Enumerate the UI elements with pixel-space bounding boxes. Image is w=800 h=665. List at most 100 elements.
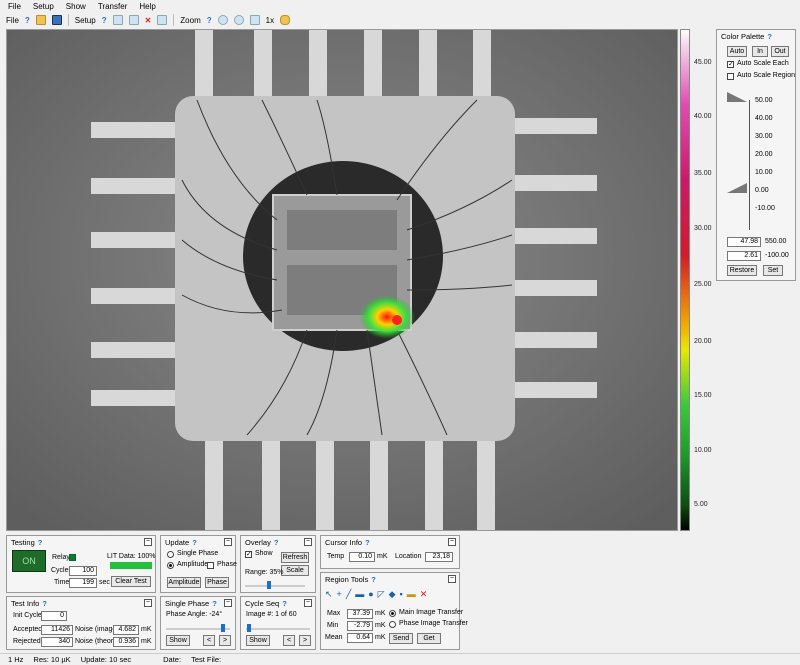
panel-title: Update? (165, 538, 197, 547)
polygon-icon[interactable]: ◸ (378, 589, 385, 600)
zoom-fit-icon[interactable] (249, 15, 260, 25)
image-slider[interactable] (246, 628, 310, 630)
panel-title: Test Info? (11, 599, 47, 608)
rejected-field: 340 (41, 637, 73, 647)
help-icon[interactable]: ? (192, 538, 197, 547)
show-phase-button[interactable]: Show (166, 635, 190, 646)
phase-angle-label: Phase Angle: -24° (166, 611, 223, 618)
show-cycle-button[interactable]: Show (246, 635, 270, 646)
update-panel: Update? − Single Phase Amplitude Phase A… (160, 535, 237, 593)
cycle-next-button[interactable]: > (299, 635, 311, 646)
phase-next-button[interactable]: > (219, 635, 231, 646)
on-indicator[interactable]: ON (12, 550, 46, 572)
set-button[interactable]: Set (763, 265, 783, 276)
phase-checkbox[interactable] (207, 562, 214, 569)
max-value-field[interactable]: 47.98 (727, 237, 761, 247)
camera-icon[interactable] (112, 15, 123, 25)
minimize-icon[interactable]: − (448, 575, 456, 583)
cycle-prev-button[interactable]: < (283, 635, 295, 646)
phase-angle-slider-thumb[interactable] (221, 624, 225, 632)
delete-icon[interactable]: ✕ (420, 589, 428, 600)
setup-help-icon[interactable]: ? (102, 16, 107, 25)
mean-field: 0.64 (347, 633, 373, 643)
menu-file[interactable]: File (8, 2, 21, 11)
scale-button[interactable]: Scale (281, 565, 309, 576)
in-button[interactable]: In (752, 46, 768, 57)
show-overlay-checkbox[interactable]: ✓ (245, 551, 252, 558)
ellipse-icon[interactable]: ● (368, 589, 373, 600)
phase-label: Phase (217, 561, 237, 568)
help-icon[interactable]: ? (767, 32, 772, 41)
rejected-label: Rejected (13, 638, 41, 645)
cycles-field[interactable]: 100 (69, 566, 97, 576)
open-folder-icon[interactable] (35, 15, 46, 25)
help-icon[interactable]: ? (212, 599, 217, 608)
config-icon[interactable] (157, 15, 168, 25)
palette-bar-icon[interactable]: ▬ (407, 589, 416, 600)
auto-button[interactable]: Auto (727, 46, 747, 57)
region-tools-panel: Region Tools? − ↖ + ╱ ▬ ● ◸ ◆ ▪ ▬ ✕ Max … (320, 572, 468, 650)
freeform-icon[interactable]: ◆ (389, 589, 396, 600)
minimize-icon[interactable]: − (224, 538, 232, 546)
range-slider[interactable] (245, 585, 305, 587)
auto-scale-region-checkbox[interactable] (727, 73, 734, 80)
minimize-icon[interactable]: − (144, 538, 152, 546)
single-phase-radio[interactable] (167, 551, 174, 558)
minimize-icon[interactable]: − (448, 538, 456, 546)
hand-pan-icon[interactable] (280, 15, 291, 25)
help-icon[interactable]: ? (365, 538, 370, 547)
auto-scale-each-checkbox[interactable]: ✓ (727, 61, 734, 68)
max-label: Max (327, 610, 341, 617)
line-icon[interactable]: ╱ (346, 589, 351, 600)
tools-icon[interactable]: ✕ (145, 16, 152, 25)
minimize-icon[interactable]: − (304, 538, 312, 546)
time-field[interactable]: 199 (69, 578, 97, 588)
save-icon[interactable] (51, 15, 62, 25)
out-button[interactable]: Out (771, 46, 789, 57)
main-image-transfer-radio[interactable] (389, 610, 396, 617)
help-icon[interactable]: ? (38, 538, 43, 547)
mask-icon[interactable]: ▪ (400, 589, 403, 600)
amplitude-radio[interactable] (167, 562, 174, 569)
amplitude-button[interactable]: Amplitude (167, 577, 201, 588)
phase-prev-button[interactable]: < (203, 635, 215, 646)
clear-test-button[interactable]: Clear Test (111, 576, 151, 587)
refresh-button[interactable]: Refresh (281, 552, 309, 563)
max-slider-handle[interactable] (727, 92, 749, 104)
crosshair-icon[interactable]: + (337, 589, 342, 600)
menu-help[interactable]: Help (139, 2, 155, 11)
minimize-icon[interactable]: − (144, 599, 152, 607)
help-icon[interactable]: ? (282, 599, 287, 608)
zoom-help-icon[interactable]: ? (207, 16, 212, 25)
max-limit: 550.00 (765, 238, 787, 245)
range-slider-thumb[interactable] (267, 581, 271, 589)
rectangle-icon[interactable]: ▬ (355, 589, 364, 600)
help-icon[interactable]: ? (25, 16, 30, 25)
minimize-icon[interactable]: − (224, 599, 232, 607)
device-icon[interactable] (128, 15, 139, 25)
phase-image-transfer-radio[interactable] (389, 621, 396, 628)
restore-button[interactable]: Restore (727, 265, 757, 276)
help-icon[interactable]: ? (371, 575, 376, 584)
menu-show[interactable]: Show (66, 2, 86, 11)
help-icon[interactable]: ? (42, 599, 47, 608)
init-cycles-field: 0 (41, 611, 67, 621)
minimize-icon[interactable]: − (304, 599, 312, 607)
menu-transfer[interactable]: Transfer (98, 2, 128, 11)
zoom-out-icon[interactable] (233, 15, 244, 25)
phase-button[interactable]: Phase (205, 577, 229, 588)
pointer-icon[interactable]: ↖ (325, 589, 333, 600)
min-slider-handle[interactable] (727, 183, 749, 195)
menu-setup[interactable]: Setup (33, 2, 54, 11)
noise-image-unit: mK (141, 626, 152, 633)
palette-tick: 40.00 (755, 115, 773, 122)
help-icon[interactable]: ? (274, 538, 279, 547)
zoom-in-icon[interactable] (217, 15, 228, 25)
thermal-image-viewer[interactable] (6, 29, 678, 531)
min-value-field[interactable]: 2.61 (727, 251, 761, 261)
zoom-level[interactable]: 1x (266, 16, 274, 25)
panel-title: Single Phase? (165, 599, 217, 608)
send-button[interactable]: Send (389, 633, 413, 644)
get-button[interactable]: Get (417, 633, 441, 644)
image-slider-thumb[interactable] (247, 624, 251, 632)
